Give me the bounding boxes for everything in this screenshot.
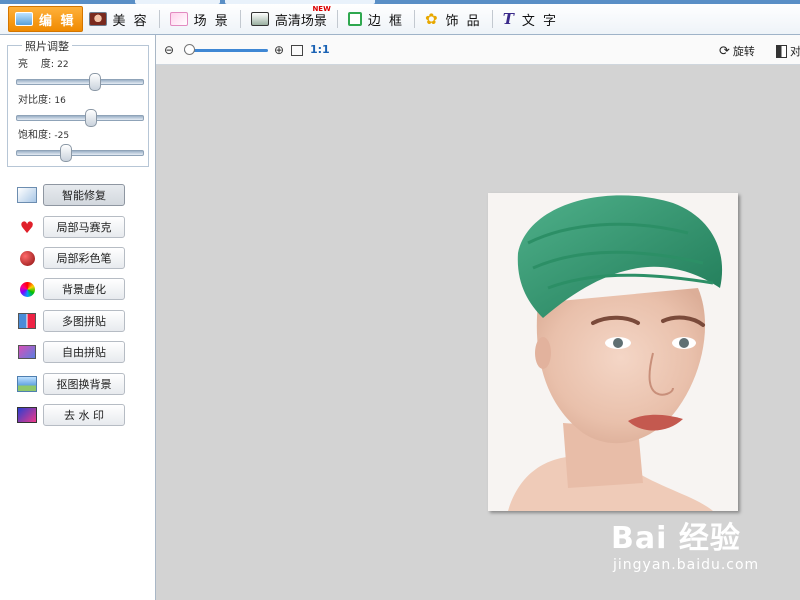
tab-accessories[interactable]: ✿ 饰 品 bbox=[419, 7, 488, 31]
portrait-image bbox=[488, 193, 738, 511]
toolbar-divider bbox=[413, 10, 415, 28]
background-blur-button[interactable]: 背景虚化 bbox=[43, 278, 125, 300]
multi-collage-button[interactable]: 多图拼贴 bbox=[43, 310, 125, 332]
local-color-pen-button[interactable]: 局部彩色笔 bbox=[43, 247, 125, 269]
contrast-value: 16 bbox=[54, 96, 66, 106]
tab-scene-label: 场 景 bbox=[193, 13, 230, 29]
watermark-sub: jingyan.baidu.com bbox=[613, 557, 760, 573]
cutout-background-button[interactable]: 抠图换背景 bbox=[43, 373, 125, 395]
brightness-value: 22 bbox=[57, 60, 69, 70]
grid-collage-icon bbox=[16, 312, 38, 330]
saturation-slider[interactable] bbox=[16, 144, 144, 162]
compare-button[interactable]: 对 bbox=[776, 43, 800, 59]
toolbar-divider bbox=[158, 10, 160, 28]
contrast-slider-thumb[interactable] bbox=[85, 109, 98, 127]
toolbar-divider bbox=[239, 10, 241, 28]
rotate-button[interactable]: ⟳ 旋转 bbox=[719, 43, 755, 59]
apple-icon bbox=[16, 249, 38, 267]
toolbar-divider bbox=[336, 10, 338, 28]
contrast-label-text: 对比度: bbox=[18, 95, 52, 106]
clover-icon: ✿ bbox=[424, 10, 440, 28]
local-mosaic-button[interactable]: 局部马赛克 bbox=[43, 216, 125, 238]
contrast-slider[interactable] bbox=[16, 109, 144, 127]
rotate-label: 旋转 bbox=[732, 45, 755, 58]
tool-row-cutout: 抠图换背景 bbox=[16, 372, 136, 396]
tab-hd-scene[interactable]: 高清场景 NEW bbox=[245, 5, 333, 31]
tool-row-free-collage: 自由拼贴 bbox=[16, 340, 136, 364]
scene-icon bbox=[169, 12, 188, 26]
fit-screen-icon[interactable] bbox=[291, 45, 303, 56]
tab-frame[interactable]: 边 框 bbox=[342, 7, 410, 31]
tool-row-blur-bg: 背景虚化 bbox=[16, 277, 136, 301]
rotate-icon: ⟳ bbox=[719, 43, 730, 59]
actual-size-button[interactable]: 1:1 bbox=[310, 43, 330, 56]
tool-row-multi-collage: 多图拼贴 bbox=[16, 309, 136, 333]
zoom-slider-thumb[interactable] bbox=[184, 44, 196, 55]
brightness-slider[interactable] bbox=[16, 73, 144, 91]
compare-icon bbox=[776, 44, 787, 58]
mosaic-heart-icon: ♥ bbox=[19, 217, 35, 237]
landscape-icon bbox=[15, 12, 33, 26]
tool-row-smart-repair: 智能修复 bbox=[16, 183, 136, 207]
contrast-label: 对比度: 16 bbox=[18, 91, 66, 106]
hd-scene-icon bbox=[250, 12, 269, 26]
new-badge: NEW bbox=[312, 5, 331, 13]
free-collage-button[interactable]: 自由拼贴 bbox=[43, 341, 125, 363]
tool-row-color-pen: 局部彩色笔 bbox=[16, 246, 136, 270]
left-panel: 照片调整 亮 度: 22 对比度: 16 饱和度: -25 智能修复 ♥ 局部马赛克 … bbox=[0, 35, 156, 600]
saturation-slider-thumb[interactable] bbox=[59, 144, 72, 162]
tool-row-remove-watermark: 去 水 印 bbox=[16, 403, 136, 427]
photo-adjust-title: 照片调整 bbox=[22, 38, 72, 54]
tab-frame-label: 边 框 bbox=[367, 13, 404, 29]
canvas-controls-bar: ⊖ ⊕ 1:1 ⟳ 旋转 对 bbox=[156, 35, 800, 65]
tool-row-mosaic: ♥ 局部马赛克 bbox=[16, 215, 136, 239]
tab-text[interactable]: T 文 字 bbox=[497, 7, 564, 31]
remove-watermark-button[interactable]: 去 水 印 bbox=[43, 404, 125, 426]
tab-edit-label: 编 辑 bbox=[39, 13, 76, 29]
magic-wand-icon bbox=[16, 186, 38, 204]
color-dots-icon bbox=[16, 280, 38, 298]
zoom-out-icon[interactable]: ⊖ bbox=[162, 43, 176, 57]
brightness-slider-thumb[interactable] bbox=[88, 73, 101, 91]
zoom-slider[interactable] bbox=[184, 49, 268, 52]
watermark-main: Bai 经验 bbox=[611, 521, 741, 556]
saturation-label: 饱和度: -25 bbox=[18, 126, 69, 141]
saturation-value: -25 bbox=[54, 131, 70, 141]
toolbar-divider bbox=[491, 10, 493, 28]
frame-icon bbox=[347, 12, 362, 26]
free-collage-icon bbox=[16, 343, 38, 361]
tab-beauty[interactable]: 美 容 bbox=[83, 7, 155, 31]
brightness-label: 亮 度: 22 bbox=[18, 55, 69, 70]
tab-beauty-label: 美 容 bbox=[112, 13, 149, 29]
tab-accessories-label: 饰 品 bbox=[445, 13, 482, 29]
watermark-remove-icon bbox=[16, 406, 38, 424]
zoom-in-icon[interactable]: ⊕ bbox=[272, 43, 286, 57]
tab-scene[interactable]: 场 景 bbox=[164, 7, 236, 31]
tab-edit[interactable]: 编 辑 bbox=[8, 6, 83, 32]
baidu-watermark: Bai 经验 jingyan.baidu.com bbox=[611, 513, 759, 573]
brightness-label-text: 亮 度: bbox=[18, 59, 55, 70]
compare-label: 对 bbox=[790, 45, 800, 58]
photo-canvas: Bai 经验 jingyan.baidu.com bbox=[156, 65, 800, 600]
face-icon bbox=[88, 12, 107, 26]
main-toolbar: 编 辑 美 容 场 景 高清场景 NEW 边 框 ✿ 饰 品 T 文 字 bbox=[0, 4, 800, 35]
tab-text-label: 文 字 bbox=[521, 13, 558, 29]
edited-photo[interactable] bbox=[488, 193, 738, 511]
cutout-icon bbox=[16, 375, 38, 393]
smart-repair-button[interactable]: 智能修复 bbox=[43, 184, 125, 206]
saturation-label-text: 饱和度: bbox=[18, 130, 52, 141]
text-icon: T bbox=[502, 10, 516, 28]
photo-adjust-group: 照片调整 亮 度: 22 对比度: 16 饱和度: -25 bbox=[7, 38, 149, 167]
